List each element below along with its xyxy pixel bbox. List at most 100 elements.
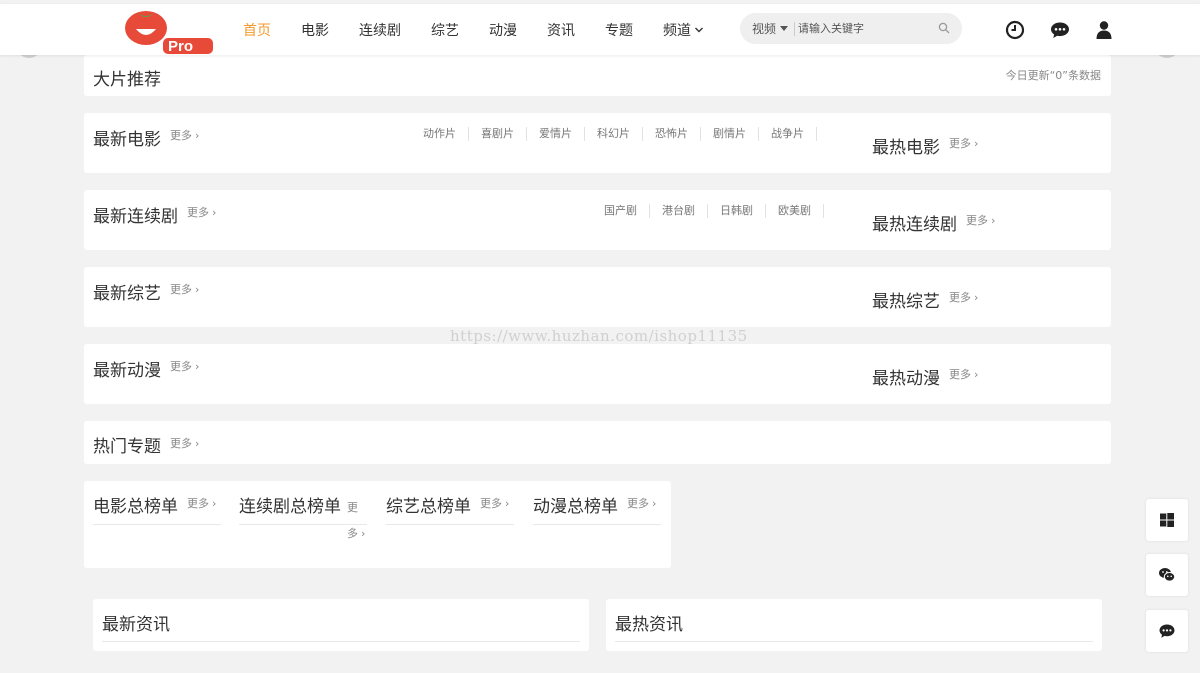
nav-item-channel-label: 频道 xyxy=(663,22,691,39)
more-label: 更多 xyxy=(949,368,971,381)
category-link[interactable]: 国产剧 xyxy=(604,204,650,218)
topics-more-link[interactable]: 更多 › xyxy=(170,435,199,451)
history-icon[interactable] xyxy=(1005,20,1025,40)
search-type-select[interactable]: 视频 xyxy=(752,20,789,37)
movie-section: 最新电影 更多 › 动作片 喜剧片 爱情片 科幻片 恐怖片 剧情片 战争片 最热电… xyxy=(84,113,1111,173)
variety-section: 最新综艺 更多 › 最热综艺 更多 › xyxy=(84,267,1111,327)
series-category-nav: 国产剧 港台剧 日韩剧 欧美剧 xyxy=(604,204,824,218)
more-label: 更多 xyxy=(170,283,192,296)
chevron-right-icon: › xyxy=(974,368,979,381)
divider xyxy=(239,524,367,525)
nav-item-series[interactable]: 连续剧 xyxy=(359,20,401,40)
variety-more-link[interactable]: 更多 › xyxy=(170,281,199,297)
category-link[interactable]: 战争片 xyxy=(759,127,817,141)
hot-movie-more-link[interactable]: 更多 › xyxy=(949,135,978,151)
user-icon[interactable] xyxy=(1094,20,1114,40)
nav-item-news[interactable]: 资讯 xyxy=(547,20,575,40)
category-link[interactable]: 日韩剧 xyxy=(708,204,766,218)
wechat-button[interactable] xyxy=(1146,554,1188,596)
movie-more-link[interactable]: 更多 › xyxy=(170,127,199,143)
featured-card: 大片推荐 今日更新“0”条数据 xyxy=(84,55,1111,96)
more-label: 更多 xyxy=(480,497,502,510)
nav-item-variety[interactable]: 综艺 xyxy=(431,20,459,40)
more-label: 更多 xyxy=(170,129,192,142)
divider xyxy=(102,641,580,642)
chevron-right-icon: › xyxy=(212,497,217,510)
feedback-button[interactable] xyxy=(1146,610,1188,652)
ranking-movie-title: 电影总榜单 xyxy=(93,497,178,517)
nav-item-home[interactable]: 首页 xyxy=(243,20,271,40)
movie-category-nav: 动作片 喜剧片 爱情片 科幻片 恐怖片 剧情片 战争片 xyxy=(423,127,817,141)
nav-item-anime[interactable]: 动漫 xyxy=(489,20,517,40)
category-link[interactable]: 爱情片 xyxy=(527,127,585,141)
ranking-movie-more-link[interactable]: 更多 › xyxy=(187,495,216,511)
anime-section: 最新动漫 更多 › 最热动漫 更多 › xyxy=(84,344,1111,404)
topics-section-title: 热门专题 xyxy=(93,437,161,457)
category-link[interactable]: 科幻片 xyxy=(585,127,643,141)
divider xyxy=(386,524,514,525)
watermark-text: https://www.huzhan.com/ishop11135 xyxy=(450,327,748,345)
search-bar: 视频 xyxy=(740,13,962,44)
chevron-right-icon: › xyxy=(974,291,979,304)
hot-series-title: 最热连续剧 xyxy=(872,215,957,235)
divider xyxy=(615,641,1093,642)
category-link[interactable]: 欧美剧 xyxy=(766,204,824,218)
hot-series-more-link[interactable]: 更多 › xyxy=(966,212,995,228)
nav-item-movie[interactable]: 电影 xyxy=(301,20,329,40)
update-count-text: 今日更新“0”条数据 xyxy=(1005,69,1101,82)
variety-section-title: 最新综艺 xyxy=(93,284,161,304)
ranking-anime-more-link[interactable]: 更多 › xyxy=(627,495,656,511)
search-divider xyxy=(794,21,796,36)
series-section-title: 最新连续剧 xyxy=(93,207,178,227)
more-label: 更多 xyxy=(187,206,209,219)
chevron-right-icon: › xyxy=(652,497,657,510)
search-icon[interactable] xyxy=(938,22,950,34)
ranking-series-more-link[interactable]: 更多 › xyxy=(239,495,367,547)
divider xyxy=(93,524,221,525)
more-label: 更多 xyxy=(170,360,192,373)
category-link[interactable]: 剧情片 xyxy=(701,127,759,141)
more-label: 更多 xyxy=(170,437,192,450)
ranking-anime-title: 动漫总榜单 xyxy=(533,497,618,517)
hot-movie-title: 最热电影 xyxy=(872,138,940,158)
featured-title: 大片推荐 xyxy=(93,70,161,90)
chevron-right-icon: › xyxy=(195,437,200,450)
more-label: 更多 xyxy=(347,501,358,540)
more-label: 更多 xyxy=(627,497,649,510)
wechat-icon xyxy=(1159,568,1176,582)
chevron-right-icon: › xyxy=(195,360,200,373)
chevron-right-icon: › xyxy=(974,137,979,150)
category-link[interactable]: 动作片 xyxy=(423,127,469,141)
latest-news-section: 最新资讯 xyxy=(93,599,589,651)
category-link[interactable]: 港台剧 xyxy=(650,204,708,218)
chevron-right-icon: › xyxy=(505,497,510,510)
hot-news-title: 最热资讯 xyxy=(615,615,683,635)
search-input[interactable] xyxy=(798,22,929,35)
anime-more-link[interactable]: 更多 › xyxy=(170,358,199,374)
message-icon[interactable] xyxy=(1050,20,1070,40)
more-label: 更多 xyxy=(949,137,971,150)
ranking-variety-more-link[interactable]: 更多 › xyxy=(480,495,509,511)
hot-variety-title: 最热综艺 xyxy=(872,292,940,312)
hot-variety-more-link[interactable]: 更多 › xyxy=(949,289,978,305)
chevron-right-icon: › xyxy=(991,214,996,227)
category-link[interactable]: 恐怖片 xyxy=(643,127,701,141)
nav-item-topics[interactable]: 专题 xyxy=(605,20,633,40)
hot-anime-more-link[interactable]: 更多 › xyxy=(949,366,978,382)
series-more-link[interactable]: 更多 › xyxy=(187,204,216,220)
movie-section-title: 最新电影 xyxy=(93,130,161,150)
main-nav: 首页 电影 连续剧 综艺 动漫 资讯 专题 频道 xyxy=(243,4,734,55)
divider xyxy=(533,524,661,525)
windows-download-button[interactable] xyxy=(1146,499,1188,541)
hot-anime-title: 最热动漫 xyxy=(872,369,940,389)
series-section: 最新连续剧 更多 › 国产剧 港台剧 日韩剧 欧美剧 最热连续剧 更多 › xyxy=(84,190,1111,250)
latest-news-title: 最新资讯 xyxy=(102,615,170,635)
category-link[interactable]: 喜剧片 xyxy=(469,127,527,141)
more-label: 更多 xyxy=(187,497,209,510)
nav-item-channel[interactable]: 频道 xyxy=(663,20,704,40)
chevron-right-icon: › xyxy=(195,283,200,296)
site-logo[interactable]: Pro xyxy=(124,7,214,55)
rankings-section: 电影总榜单 更多 › 连续剧总榜单 更多 › 综艺总榜单 更多 › 动漫总榜单 更多 › xyxy=(84,481,671,568)
ranking-variety-title: 综艺总榜单 xyxy=(386,497,471,517)
more-label: 更多 xyxy=(966,214,988,227)
